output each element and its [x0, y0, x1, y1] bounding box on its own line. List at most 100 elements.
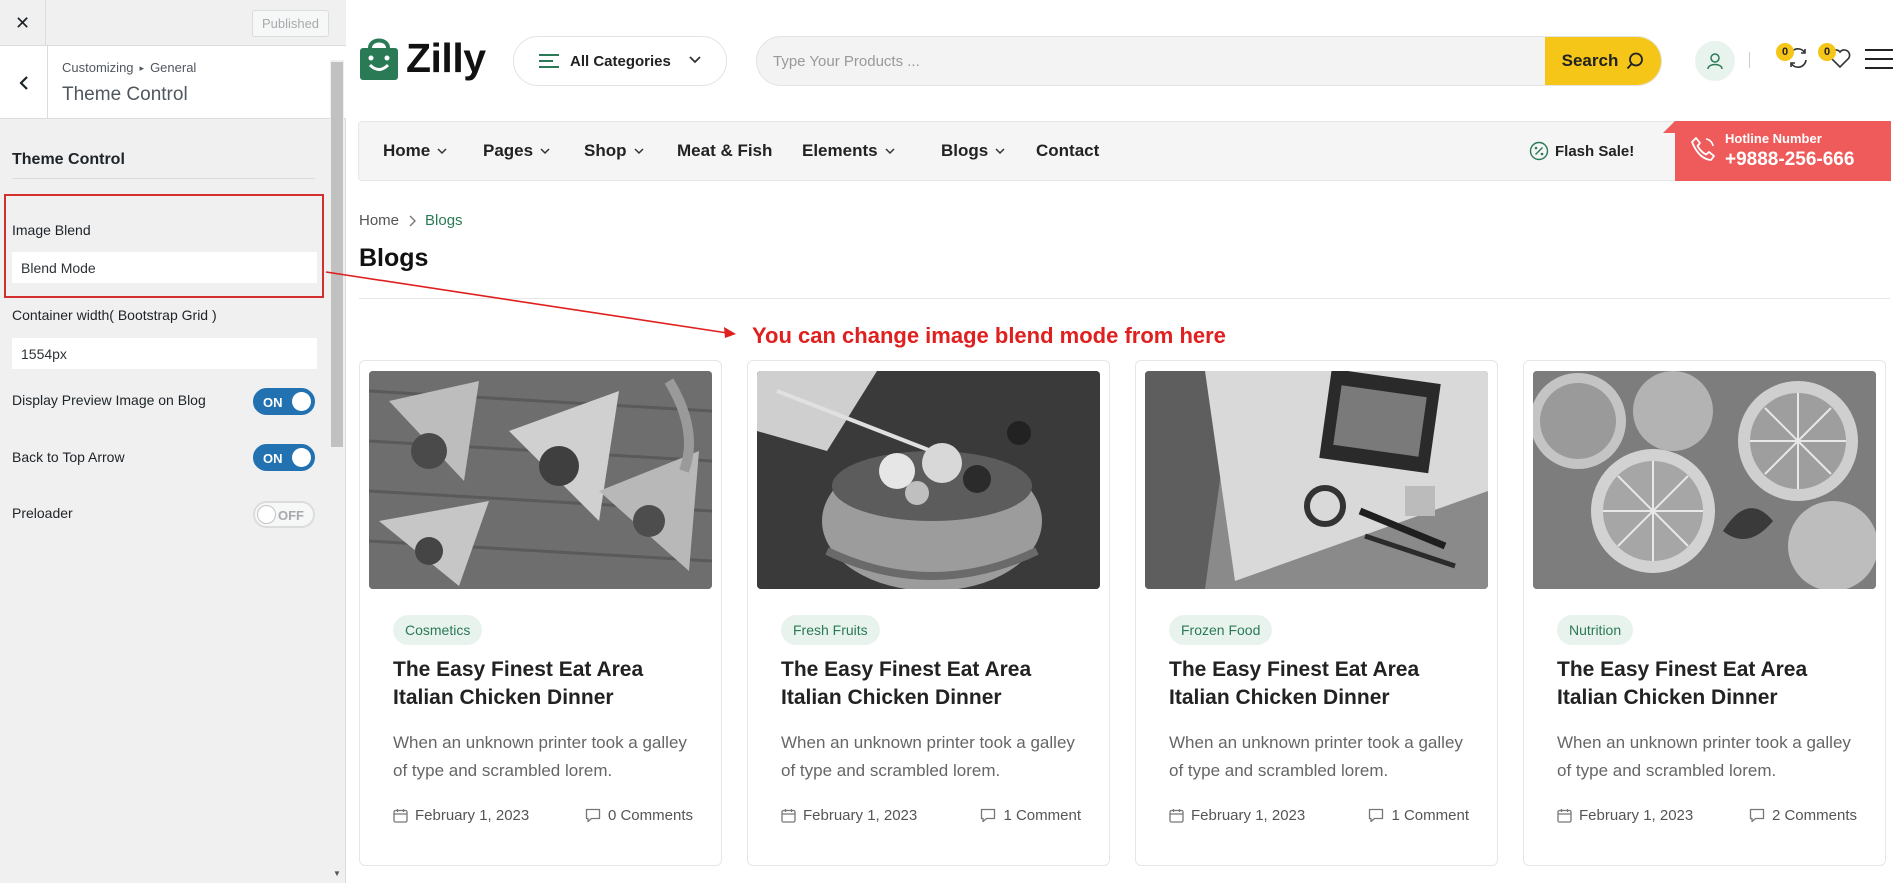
nav-item-shop[interactable]: Shop [584, 122, 645, 180]
nav-item-label: Blogs [941, 141, 989, 160]
post-comments-link[interactable]: 1 Comment [980, 807, 1081, 824]
category-tag[interactable]: Frozen Food [1169, 615, 1273, 645]
post-comments-text: 1 Comment [1003, 807, 1081, 824]
wishlist-count-badge: 0 [1818, 43, 1836, 61]
category-tag[interactable]: Nutrition [1557, 615, 1634, 645]
main-navigation: Home Pages Shop Meat & Fish Elements Blo… [358, 121, 1891, 181]
search-button[interactable]: Search [1545, 37, 1661, 85]
breadcrumb-triangle-icon: ▸ [139, 63, 145, 73]
search-icon [1627, 52, 1644, 70]
close-icon[interactable]: ✕ [0, 0, 46, 46]
nav-item-contact[interactable]: Contact [1036, 122, 1099, 180]
search-button-label: Search [1561, 51, 1619, 70]
toggle-state: ON [263, 451, 283, 466]
toggle-state: ON [263, 395, 283, 410]
published-button[interactable]: Published [252, 10, 329, 37]
calendar-icon [393, 809, 408, 823]
post-comments-link[interactable]: 2 Comments [1749, 807, 1857, 824]
section-divider [12, 178, 315, 179]
breadcrumb-root: Customizing [62, 60, 134, 75]
nav-item-home[interactable]: Home [383, 122, 448, 180]
customizer-sidebar: ✕ Published Customizing ▸ General Theme Co… [0, 0, 346, 883]
blog-card-excerpt: When an unknown printer took a galley of… [393, 733, 687, 780]
comment-icon [981, 808, 996, 823]
nav-item-blogs[interactable]: Blogs [941, 122, 1006, 180]
toggle-knob [292, 448, 311, 467]
category-tag[interactable]: Fresh Fruits [781, 615, 880, 645]
comment-icon [585, 808, 601, 823]
post-date: February 1, 2023 [393, 807, 529, 824]
comment-icon [1749, 808, 1765, 823]
flash-sale-label: Flash Sale! [1555, 142, 1635, 160]
blog-card: Frozen Food The Easy Finest Eat Area Ita… [1135, 360, 1498, 866]
post-date-text: February 1, 2023 [1191, 807, 1306, 824]
phone-icon [1691, 137, 1715, 161]
comment-icon [1369, 808, 1384, 823]
blog-card-title[interactable]: The Easy Finest Eat Area Italian Chicken… [781, 656, 1081, 712]
user-account-button[interactable] [1695, 41, 1735, 81]
scroll-down-arrow-icon[interactable]: ▼ [331, 869, 343, 881]
panel-header: Customizing ▸ General Theme Control [0, 46, 346, 119]
blog-card-image[interactable] [1145, 371, 1488, 589]
calendar-icon [781, 809, 796, 823]
blog-card-image[interactable] [757, 371, 1100, 589]
compare-button[interactable]: 0 [1776, 43, 1810, 75]
site-logo[interactable]: Zilly [358, 34, 486, 82]
search-bar: Search [756, 36, 1662, 86]
image-blend-label: Image Blend [12, 222, 91, 238]
back-to-top-toggle[interactable]: ON [253, 444, 315, 471]
back-chevron-icon[interactable] [0, 46, 48, 119]
post-comments-text: 2 Comments [1771, 807, 1857, 824]
hotline-box[interactable]: Hotline Number +9888-256-666 [1675, 121, 1891, 181]
nav-item-label: Elements [802, 141, 878, 160]
blog-card-title[interactable]: The Easy Finest Eat Area Italian Chicken… [393, 656, 693, 712]
logo-text: Zilly [406, 34, 486, 81]
blog-card-meta: February 1, 2023 1 Comment [781, 807, 1093, 831]
post-comments-text: 0 Comments [607, 807, 693, 824]
post-comments-link[interactable]: 1 Comment [1368, 807, 1469, 824]
header-divider [1749, 52, 1750, 68]
post-date: February 1, 2023 [1169, 807, 1305, 824]
site-preview: Zilly All Categories Search 0 0 [346, 0, 1896, 883]
blog-card-title[interactable]: The Easy Finest Eat Area Italian Chicken… [1169, 656, 1469, 712]
blog-card-excerpt: When an unknown printer took a galley of… [1169, 733, 1463, 780]
nav-item-label: Home [383, 141, 431, 160]
toggle-knob [257, 505, 276, 524]
blog-card-title[interactable]: The Easy Finest Eat Area Italian Chicken… [1557, 656, 1857, 712]
category-tag[interactable]: Cosmetics [393, 615, 483, 645]
search-input[interactable] [773, 37, 1393, 85]
chevron-down-icon [885, 148, 895, 155]
blog-card: Cosmetics The Easy Finest Eat Area Itali… [359, 360, 722, 866]
breadcrumb: Home Blogs [359, 212, 463, 229]
compare-count-badge: 0 [1776, 43, 1794, 61]
container-width-field[interactable] [12, 338, 317, 369]
hamburger-menu-icon[interactable] [1864, 48, 1894, 75]
flash-sale-link[interactable]: Flash Sale! [1529, 122, 1634, 180]
blog-card: Nutrition The Easy Finest Eat Area Itali… [1523, 360, 1886, 866]
hotline-label: Hotline Number [1725, 131, 1822, 146]
preloader-toggle[interactable]: OFF [253, 501, 315, 528]
blog-card: Fresh Fruits The Easy Finest Eat Area It… [747, 360, 1110, 866]
preview-image-toggle[interactable]: ON [253, 388, 315, 415]
blog-card-image[interactable] [1533, 371, 1876, 589]
post-date-text: February 1, 2023 [803, 807, 918, 824]
sidebar-scroll-thumb[interactable] [331, 62, 343, 447]
image-blend-field[interactable] [12, 252, 317, 283]
nav-item-pages[interactable]: Pages [483, 122, 551, 180]
nav-item-meat-fish[interactable]: Meat & Fish [677, 122, 772, 180]
chevron-down-icon [540, 148, 550, 155]
toggle-state: OFF [278, 508, 304, 523]
chevron-down-icon [633, 148, 644, 155]
shopping-bag-icon [360, 38, 398, 80]
back-to-top-label: Back to Top Arrow [12, 449, 125, 465]
blog-card-image[interactable] [369, 371, 712, 589]
wishlist-button[interactable]: 0 [1818, 43, 1852, 75]
post-comments-link[interactable]: 0 Comments [585, 807, 693, 824]
nav-item-elements[interactable]: Elements [802, 122, 896, 180]
all-categories-button[interactable]: All Categories [513, 36, 727, 86]
blog-card-meta: February 1, 2023 0 Comments [393, 807, 705, 831]
blog-card-meta: February 1, 2023 1 Comment [1169, 807, 1481, 831]
breadcrumb-home-link[interactable]: Home [359, 212, 399, 229]
calendar-icon [1557, 809, 1572, 823]
blog-card-excerpt: When an unknown printer took a galley of… [781, 733, 1075, 780]
